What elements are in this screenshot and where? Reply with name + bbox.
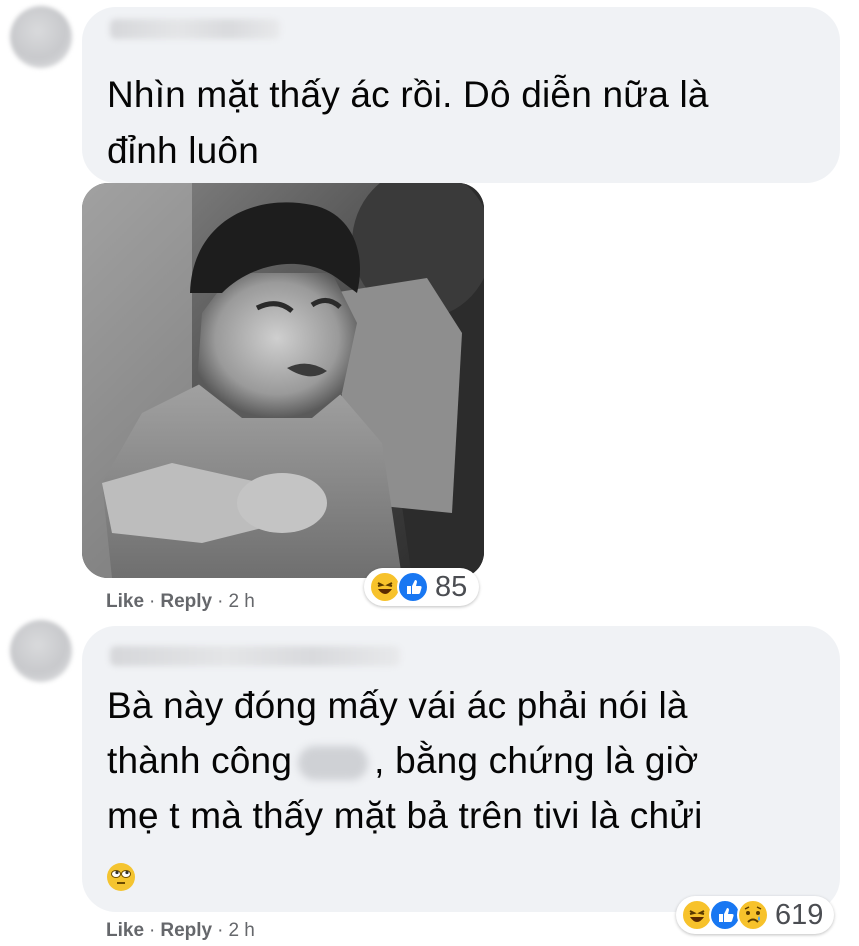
reaction-count: 85 — [435, 570, 468, 603]
reply-link[interactable]: Reply — [160, 920, 212, 942]
comment-text-fragment: , bằng chứng là giờ — [374, 740, 699, 781]
separator: · — [149, 591, 156, 612]
reaction-count: 619 — [775, 898, 824, 931]
reaction-summary[interactable]: 619 — [676, 896, 834, 934]
like-link[interactable]: Like — [106, 591, 144, 613]
comment-text-line: Bà này đóng mấy vái ác phải nói là — [107, 685, 688, 726]
comment-text-line: mẹ t mà thấy mặt bả trên tivi là chửi — [107, 795, 703, 836]
sad-icon — [737, 899, 769, 931]
author-name-blurred[interactable] — [110, 19, 280, 39]
like-icon — [397, 571, 429, 603]
avatar[interactable] — [10, 6, 72, 68]
comment-bubble: Nhìn mặt thấy ác rồi. Dô diễn nữa là đỉn… — [82, 7, 840, 183]
separator: · — [217, 920, 224, 941]
comment-text-line: Nhìn mặt thấy ác rồi. Dô diễn nữa là — [107, 74, 709, 115]
comment-text-line: đỉnh luôn — [107, 130, 259, 171]
comment-actions: Like · Reply · 2 h — [106, 591, 255, 613]
reaction-summary[interactable]: 85 — [364, 568, 479, 606]
timestamp[interactable]: 2 h — [228, 920, 254, 942]
author-name-blurred[interactable] — [110, 646, 400, 666]
comment-photo[interactable] — [82, 183, 484, 578]
comment-text-fragment: thành công — [107, 740, 293, 781]
separator: · — [149, 920, 156, 941]
comment-text-line: thành công , bằng chứng là giờ — [107, 735, 698, 786]
like-link[interactable]: Like — [106, 920, 144, 942]
timestamp[interactable]: 2 h — [228, 591, 254, 613]
comment-bubble: Bà này đóng mấy vái ác phải nói là thành… — [82, 626, 840, 912]
reply-link[interactable]: Reply — [160, 591, 212, 613]
rolling-eyes-emoji-icon — [107, 863, 135, 891]
comment-actions: Like · Reply · 2 h — [106, 920, 255, 942]
avatar[interactable] — [10, 620, 72, 682]
separator: · — [217, 591, 224, 612]
blurred-emoji-icon — [298, 746, 369, 781]
